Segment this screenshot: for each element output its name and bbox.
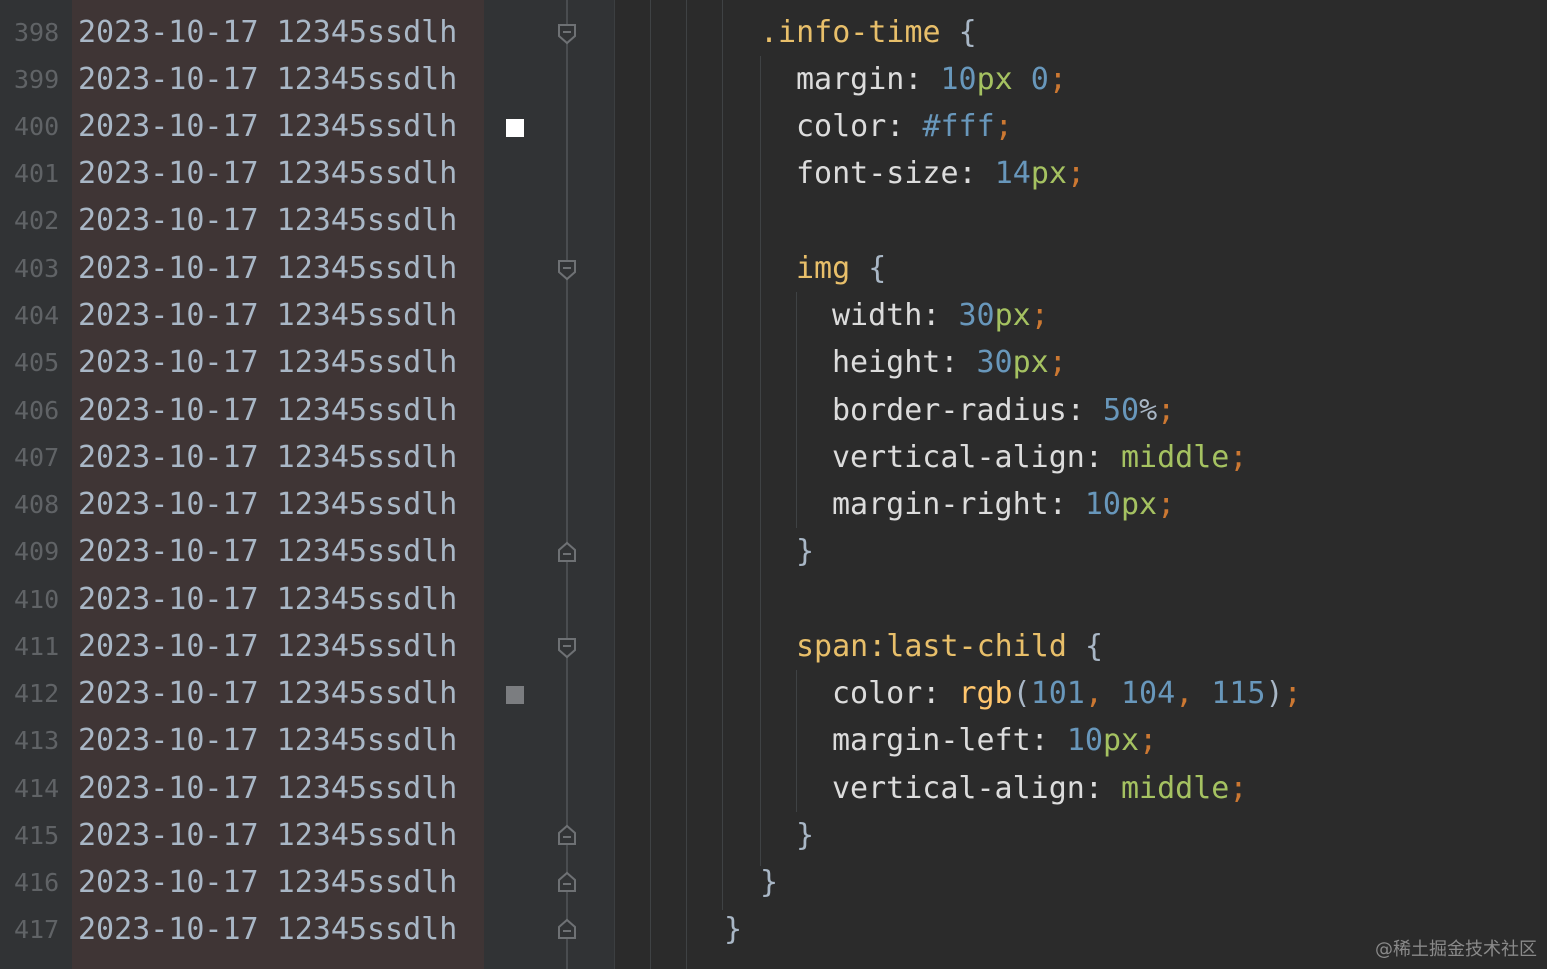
code-line: vertical-align: middle; xyxy=(832,434,1247,481)
css-number: 104 xyxy=(1121,676,1176,711)
css-property: vertical-align: xyxy=(832,440,1121,475)
css-unit: % xyxy=(1139,393,1158,428)
semicolon: ; xyxy=(1030,298,1049,333)
code-line: .info-time { xyxy=(760,9,977,56)
css-number: 101 xyxy=(1030,676,1085,711)
semicolon: ; xyxy=(1283,676,1302,711)
semicolon: ; xyxy=(1229,771,1248,806)
css-number: 50 xyxy=(1102,393,1140,428)
css-property: color: xyxy=(832,676,959,711)
css-number: 30 xyxy=(958,298,995,333)
close-brace: } xyxy=(760,865,779,900)
css-property: height: xyxy=(832,345,977,380)
code-line: } xyxy=(724,906,742,953)
semicolon: ; xyxy=(1229,440,1248,475)
css-keyword: middle xyxy=(1120,771,1230,806)
css-keyword: middle xyxy=(1120,440,1230,475)
css-property: font-size: xyxy=(796,156,995,191)
semicolon: ; xyxy=(1048,345,1067,380)
css-property: margin-right: xyxy=(832,487,1085,522)
code-line: } xyxy=(796,812,814,859)
semicolon: ; xyxy=(1157,487,1176,522)
css-property: width: xyxy=(832,298,959,333)
semicolon: ; xyxy=(1157,393,1176,428)
code-line: border-radius: 50%; xyxy=(832,387,1175,434)
semicolon: ; xyxy=(1139,723,1158,758)
css-property: margin: xyxy=(796,62,941,97)
css-number: 10 xyxy=(1084,487,1121,522)
close-brace: } xyxy=(724,912,743,947)
css-number: 10 xyxy=(1066,723,1103,758)
open-brace: { xyxy=(940,15,977,50)
code-editor[interactable]: .info-time { margin: 10px 0; color: #fff… xyxy=(0,0,1547,969)
css-property: vertical-align: xyxy=(832,771,1121,806)
code-line: vertical-align: middle; xyxy=(832,765,1247,812)
code-line: color: rgb(101, 104, 115); xyxy=(832,670,1302,717)
css-unit: px xyxy=(1030,156,1067,191)
css-color-value: #fff xyxy=(922,109,995,144)
code-line: span:last-child { xyxy=(796,623,1103,670)
close-brace: } xyxy=(796,818,815,853)
code-line: height: 30px; xyxy=(832,339,1067,386)
comma: , xyxy=(1175,676,1212,711)
comma: , xyxy=(1084,676,1121,711)
css-selector: .info-time xyxy=(760,15,941,50)
css-property: margin-left: xyxy=(832,723,1067,758)
css-number: 30 xyxy=(976,345,1013,380)
close-brace: } xyxy=(796,534,815,569)
paren: ) xyxy=(1265,676,1284,711)
css-selector: span:last-child xyxy=(796,629,1067,664)
css-property: color: xyxy=(796,109,923,144)
semicolon: ; xyxy=(994,109,1013,144)
css-selector: img xyxy=(796,251,851,286)
open-brace: { xyxy=(850,251,887,286)
css-unit: px xyxy=(1102,723,1140,758)
css-number: 0 xyxy=(1012,62,1049,97)
css-unit: px xyxy=(976,62,1013,97)
code-line: font-size: 14px; xyxy=(796,150,1085,197)
semicolon: ; xyxy=(1066,156,1085,191)
css-unit: px xyxy=(1121,487,1158,522)
open-brace: { xyxy=(1066,629,1104,664)
css-unit: px xyxy=(994,298,1031,333)
code-line: img { xyxy=(796,245,886,292)
code-line: color: #fff; xyxy=(796,103,1013,150)
code-line: } xyxy=(796,528,814,575)
css-property: border-radius: xyxy=(832,393,1103,428)
code-line: margin-right: 10px; xyxy=(832,481,1175,528)
semicolon: ; xyxy=(1048,62,1067,97)
paren: ( xyxy=(1012,676,1031,711)
code-line: } xyxy=(760,859,778,906)
css-unit: px xyxy=(1012,345,1049,380)
watermark: @稀土掘金技术社区 xyxy=(1375,939,1537,960)
code-line: width: 30px; xyxy=(832,292,1049,339)
css-number: 14 xyxy=(994,156,1031,191)
css-function: rgb xyxy=(958,676,1013,711)
code-line: margin-left: 10px; xyxy=(832,717,1157,764)
css-number: 115 xyxy=(1211,676,1266,711)
code-line: margin: 10px 0; xyxy=(796,56,1067,103)
css-number: 10 xyxy=(940,62,977,97)
